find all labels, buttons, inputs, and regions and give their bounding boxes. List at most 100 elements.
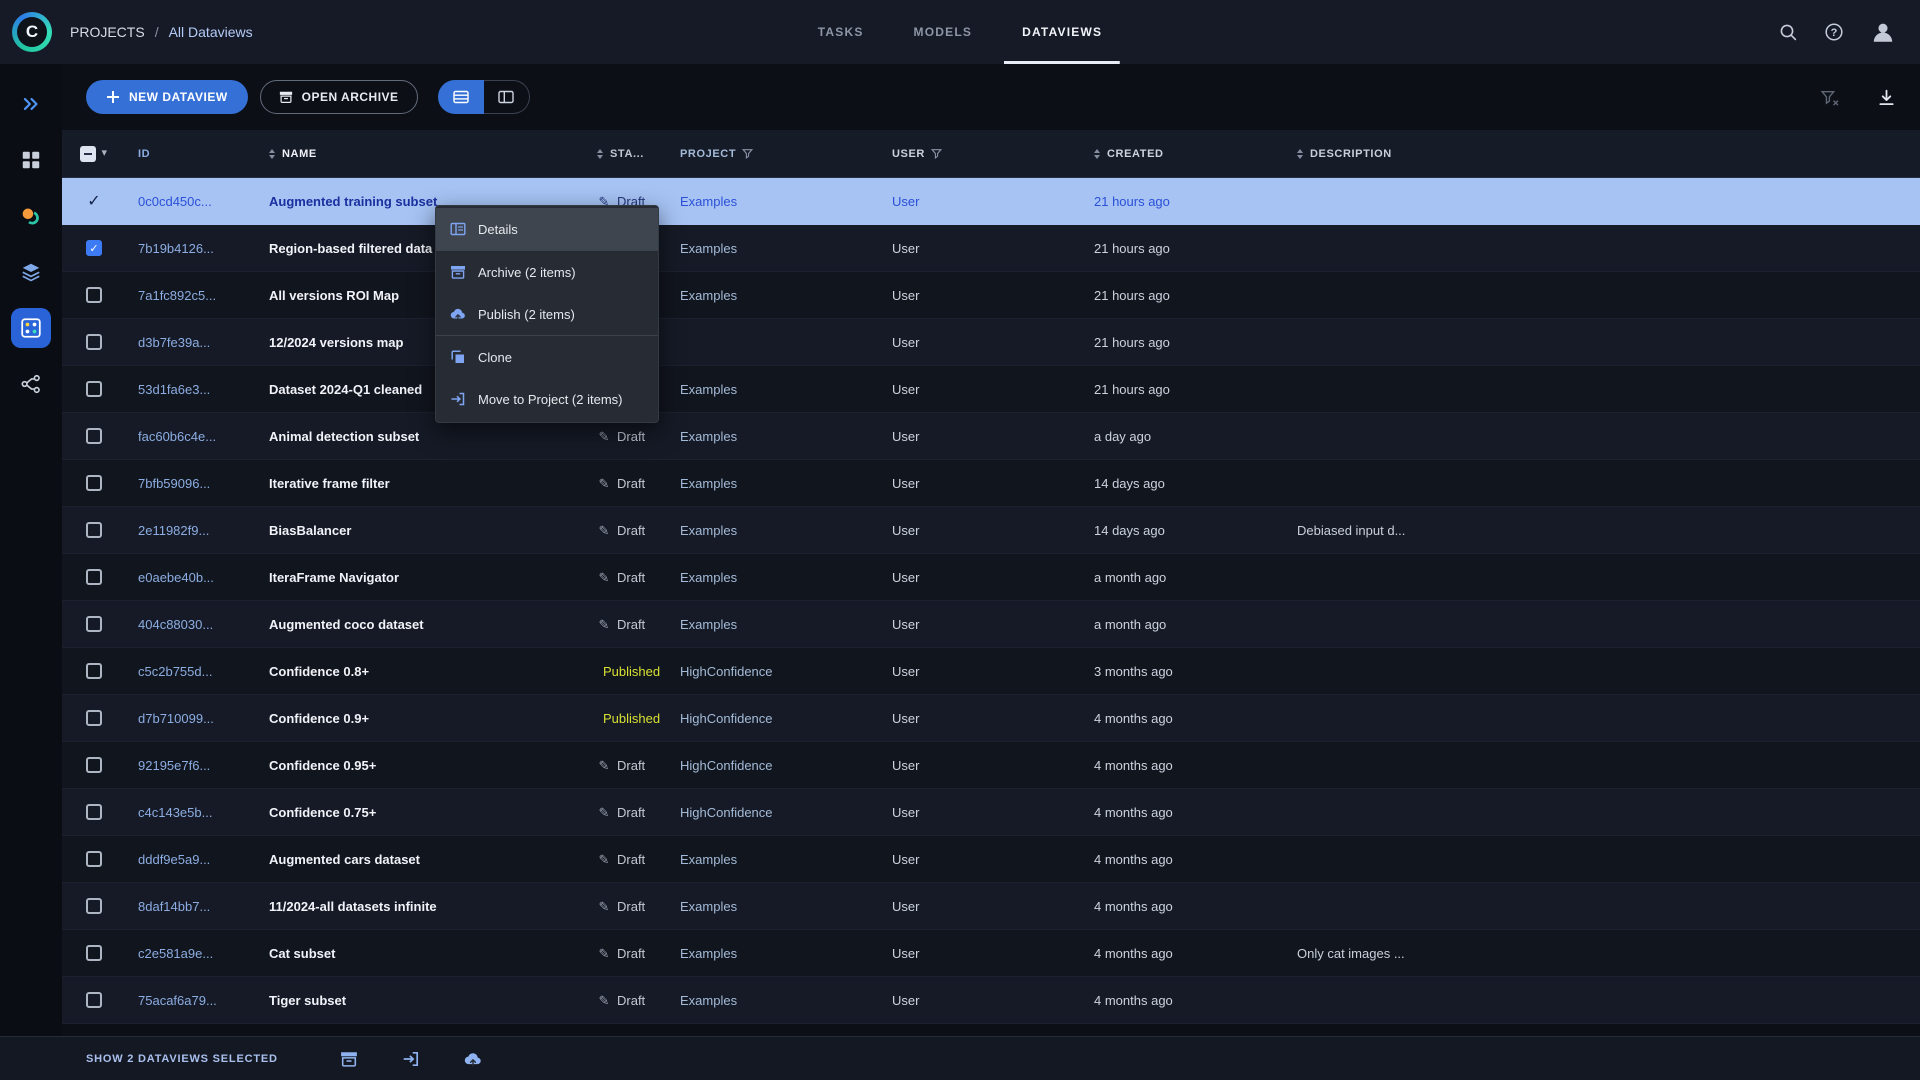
row-id[interactable]: 92195e7f6... [126,758,257,773]
row-checkbox[interactable]: ✓ [86,240,102,256]
sidebar-item-dataviews[interactable] [11,308,51,348]
row-checkbox[interactable] [86,475,102,491]
table-row[interactable]: 404c88030... Augmented coco dataset ✎ Draft… [62,601,1920,648]
row-check-cell[interactable] [62,287,126,303]
table-row[interactable]: d3b7fe39a... 12/2024 versions map User 21 h… [62,319,1920,366]
row-id[interactable]: c4c143e5b... [126,805,257,820]
menu-item-details[interactable]: Details [436,208,658,250]
menu-item-move[interactable]: Move to Project (2 items) [436,378,658,420]
row-checkbox[interactable] [86,945,102,961]
row-name[interactable]: Confidence 0.75+ [257,805,585,820]
row-id[interactable]: 75acaf6a79... [126,993,257,1008]
row-name[interactable]: Confidence 0.95+ [257,758,585,773]
download-icon[interactable] [1877,88,1896,107]
table-row[interactable]: d7b710099... Confidence 0.9+ Published High… [62,695,1920,742]
tab-dataviews[interactable]: DATAVIEWS [1004,0,1120,64]
row-id[interactable]: c2e581a9e... [126,946,257,961]
sidebar-item-projects[interactable] [11,140,51,180]
table-row[interactable]: 2e11982f9... BiasBalancer ✎ Draft Examples Us… [62,507,1920,554]
row-name[interactable]: Animal detection subset [257,429,585,444]
row-id[interactable]: 7a1fc892c5... [126,288,257,303]
row-check-cell[interactable]: ✓ [62,191,126,211]
card-view-button[interactable] [483,80,530,114]
clear-filters-icon[interactable] [1820,88,1839,107]
row-check-cell[interactable] [62,475,126,491]
row-name[interactable]: Confidence 0.8+ [257,664,585,679]
row-name[interactable]: Confidence 0.9+ [257,711,585,726]
row-check-cell[interactable] [62,381,126,397]
table-row[interactable]: 7a1fc892c5... All versions ROI Map Example… [62,272,1920,319]
filter-icon[interactable] [930,148,942,159]
row-id[interactable]: c5c2b755d... [126,664,257,679]
app-logo[interactable]: C [12,12,52,52]
publish-selected-button[interactable] [464,1050,482,1068]
row-id[interactable]: d7b710099... [126,711,257,726]
table-row[interactable]: c5c2b755d... Confidence 0.8+ Published High… [62,648,1920,695]
sidebar-item-getting-started[interactable] [11,84,51,124]
row-check-cell[interactable] [62,992,126,1008]
sort-icon[interactable] [597,148,603,159]
table-row[interactable]: e0aebe40b... IteraFrame Navigator ✎ Draft Ex… [62,554,1920,601]
table-row[interactable]: 53d1fa6e3... Dataset 2024-Q1 cleaned Examp… [62,366,1920,413]
row-check-cell[interactable] [62,945,126,961]
row-checkbox[interactable] [86,616,102,632]
select-all-checkbox[interactable] [80,145,97,162]
row-id[interactable]: d3b7fe39a... [126,335,257,350]
row-id[interactable]: dddf9e5a9... [126,852,257,867]
row-id[interactable]: 7bfb59096... [126,476,257,491]
row-name[interactable]: Augmented cars dataset [257,852,585,867]
row-id[interactable]: 0c0cd450c... [126,194,257,209]
row-check-cell[interactable]: ✓ [62,240,126,256]
sidebar-item-pipelines[interactable] [11,364,51,404]
row-name[interactable]: Iterative frame filter [257,476,585,491]
row-check-cell[interactable] [62,710,126,726]
row-checkbox[interactable] [86,334,102,350]
column-header-status[interactable]: STA... [585,148,668,160]
new-dataview-button[interactable]: NEW DATAVIEW [86,80,248,114]
sidebar-item-layers[interactable] [11,252,51,292]
row-name[interactable]: BiasBalancer [257,523,585,538]
row-id[interactable]: 2e11982f9... [126,523,257,538]
column-header-description[interactable]: DESCRIPTION [1285,148,1920,160]
table-row[interactable]: 8daf14bb7... 11/2024-all datasets infinit… [62,883,1920,930]
sort-icon[interactable] [269,148,275,159]
row-id[interactable]: 7b19b4126... [126,241,257,256]
row-check-cell[interactable] [62,663,126,679]
open-archive-button[interactable]: OPEN ARCHIVE [259,80,418,114]
help-icon[interactable]: ? [1824,22,1844,42]
row-name[interactable]: IteraFrame Navigator [257,570,585,585]
row-id[interactable]: 53d1fa6e3... [126,382,257,397]
menu-item-clone[interactable]: Clone [436,336,658,378]
row-checkbox[interactable] [86,757,102,773]
row-checkbox[interactable] [86,569,102,585]
row-check-cell[interactable] [62,428,126,444]
select-all-cell[interactable]: ▾ [62,145,126,162]
archive-selected-button[interactable] [340,1050,358,1068]
row-checkbox[interactable] [86,710,102,726]
row-check-cell[interactable] [62,757,126,773]
row-check-cell[interactable] [62,334,126,350]
row-id[interactable]: 404c88030... [126,617,257,632]
search-icon[interactable] [1778,22,1798,42]
row-name[interactable]: Tiger subset [257,993,585,1008]
table-row[interactable]: 75acaf6a79... Tiger subset ✎ Draft Examples U… [62,977,1920,1024]
row-id[interactable]: fac60b6c4e... [126,429,257,444]
sidebar-item-datasets[interactable] [11,196,51,236]
table-row[interactable]: 92195e7f6... Confidence 0.95+ ✎ Draft HighCo… [62,742,1920,789]
row-check-cell[interactable] [62,898,126,914]
table-view-button[interactable] [437,80,484,114]
menu-item-publish[interactable]: Publish (2 items) [436,293,658,335]
row-check-cell[interactable] [62,569,126,585]
table-row[interactable]: ✓ 7b19b4126... Region-based filtered data E… [62,225,1920,272]
chevron-down-icon[interactable]: ▾ [101,148,107,159]
table-row[interactable]: c2e581a9e... Cat subset ✎ Draft Examples User… [62,930,1920,977]
table-row[interactable]: dddf9e5a9... Augmented cars dataset ✎ Draft… [62,836,1920,883]
table-row[interactable]: ✓ 0c0cd450c... Augmented training subset ✎ D… [62,178,1920,225]
table-row[interactable]: fac60b6c4e... Animal detection subset ✎ Dra… [62,413,1920,460]
column-header-created[interactable]: CREATED [1082,148,1285,160]
row-checkbox[interactable] [86,287,102,303]
menu-item-archive[interactable]: Archive (2 items) [436,251,658,293]
avatar[interactable] [1870,19,1896,45]
row-name[interactable]: 11/2024-all datasets infinite [257,899,585,914]
breadcrumb-projects[interactable]: PROJECTS [70,24,145,40]
